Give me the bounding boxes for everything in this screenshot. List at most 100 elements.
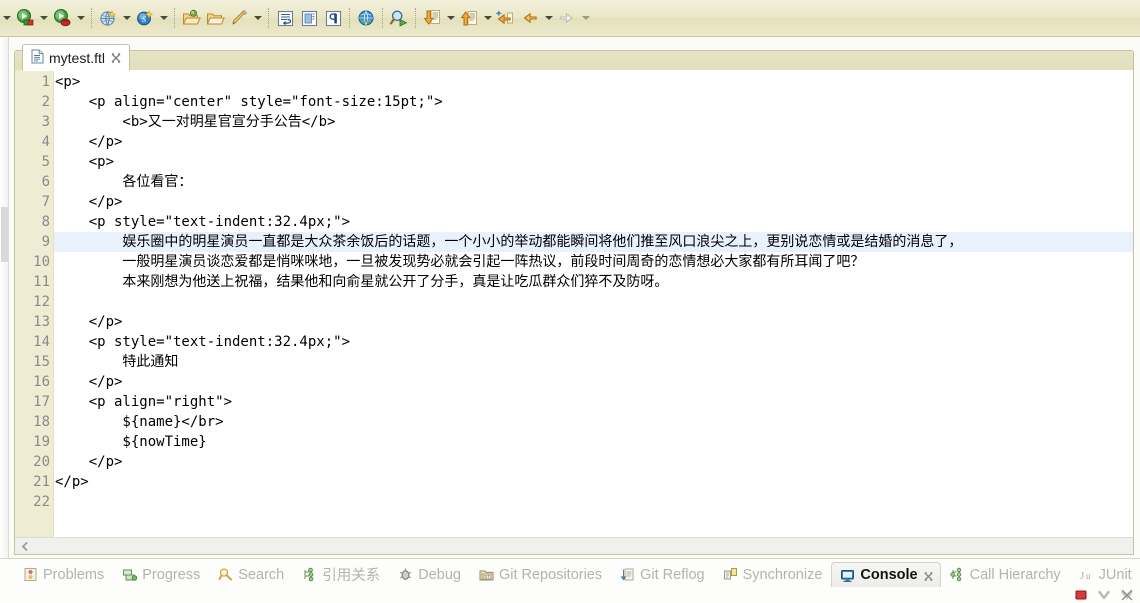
line-number: 12 [33, 294, 50, 310]
chevron-left-icon[interactable] [19, 540, 32, 553]
code-line[interactable]: ${name}</br> [54, 412, 1133, 432]
code-line[interactable]: <p> [54, 72, 1133, 92]
forward-icon[interactable] [555, 6, 579, 30]
whitespace-icon[interactable] [321, 6, 345, 30]
code-line[interactable] [54, 492, 1133, 512]
build-icon[interactable] [227, 6, 251, 30]
code-line[interactable]: 本来刚想为他送上祝福，结果他和向俞星就公开了分手，真是让吃瓜群众们猝不及防呀。 [54, 272, 1133, 292]
synchronize-icon [723, 567, 738, 582]
code-line[interactable]: 特此通知 [54, 352, 1133, 372]
view-tab-label: Problems [43, 566, 105, 583]
view-tab-git-reflog[interactable]: Git Reflog [611, 562, 713, 587]
view-tab-label: Console [860, 567, 918, 583]
open-package-icon[interactable] [203, 6, 227, 30]
forward-dropdown-arrow[interactable] [579, 7, 592, 29]
view-tab-progress[interactable]: Progress [113, 562, 209, 587]
code-wrapper: 1 2 3 4 5 6 7 8 9 10 11 12 13 14 15 16 17 18 19 20 21 22 <p> … [15, 70, 1133, 537]
view-tab-synchronize[interactable]: Synchronize [714, 562, 832, 587]
next-annotation-dropdown-arrow[interactable] [444, 7, 457, 29]
code-line[interactable]: ${nowTime} [54, 432, 1133, 452]
toolbar-separator [349, 8, 350, 28]
code-text-area[interactable]: <p> <p align="center" style="font-size:1… [54, 70, 1133, 537]
call-hierarchy-icon [950, 567, 965, 582]
last-edit-location-icon[interactable] [494, 6, 518, 30]
block-selection-icon[interactable] [297, 6, 321, 30]
line-number: 8 [41, 214, 50, 230]
code-line[interactable]: <p style="text-indent:32.4px;"> [54, 212, 1133, 232]
editor-tab-bar-background [14, 50, 1134, 71]
console-toolbar [1074, 588, 1134, 602]
debug-dropdown-arrow[interactable] [74, 7, 87, 29]
close-icon[interactable] [110, 52, 122, 64]
editor-body: 1 2 3 4 5 6 7 8 9 10 11 12 13 14 15 16 17 18 19 20 21 22 <p> … [14, 70, 1134, 555]
toolbar-group-package [179, 0, 264, 36]
toolbar-group-search [387, 0, 411, 36]
new-server-icon[interactable] [96, 6, 120, 30]
view-tab-label: Synchronize [742, 566, 823, 583]
code-line[interactable]: 娱乐圈中的明星演员一直都是大众茶余饭后的话题，一个小小的举动都能瞬间将他们推至风… [54, 232, 1133, 252]
svg-text:u: u [1086, 571, 1091, 581]
search-run-icon[interactable] [387, 6, 411, 30]
word-wrap-icon[interactable] [273, 6, 297, 30]
code-line[interactable]: </p> [54, 372, 1133, 392]
main-toolbar: S [0, 0, 1140, 37]
git-reflog-icon [620, 567, 635, 582]
view-tab-label: Search [238, 566, 285, 583]
svn-icon[interactable]: S [133, 6, 157, 30]
terminate-icon[interactable] [1074, 588, 1088, 602]
editor-tab-mytest-ftl[interactable]: mytest.ftl [22, 44, 131, 71]
view-tab-search[interactable]: Search [209, 562, 293, 587]
view-tab-git-repositories[interactable]: GIT Git Repositories [470, 562, 611, 587]
svn-dropdown-arrow[interactable] [157, 7, 170, 29]
view-tab-problems[interactable]: Problems [14, 562, 113, 587]
code-line[interactable]: </p> [54, 192, 1133, 212]
next-annotation-icon[interactable] [420, 6, 444, 30]
debug-icon[interactable] [50, 6, 74, 30]
run-icon[interactable] [13, 6, 37, 30]
line-number: 16 [33, 374, 50, 390]
previous-annotation-icon[interactable] [457, 6, 481, 30]
export-package-icon[interactable] [179, 6, 203, 30]
line-number: 6 [41, 174, 50, 190]
horizontal-scrollbar[interactable] [15, 537, 1133, 554]
back-icon[interactable] [518, 6, 542, 30]
view-tab-junit[interactable]: Ju JUnit [1070, 562, 1140, 587]
code-line[interactable]: </p> [54, 472, 1133, 492]
line-number: 17 [33, 394, 50, 410]
junit-icon: Ju [1079, 567, 1094, 582]
toolbar-group-editor [273, 0, 345, 36]
back-dropdown-arrow[interactable] [542, 7, 555, 29]
problems-icon [23, 567, 38, 582]
remove-launch-icon[interactable] [1097, 588, 1111, 602]
code-line[interactable]: <b>又一对明星官宣分手公告</b> [54, 112, 1133, 132]
toolbar-overflow-arrow[interactable] [0, 7, 13, 29]
code-line[interactable]: </p> [54, 132, 1133, 152]
code-line[interactable]: <p align="center" style="font-size:15pt;… [54, 92, 1133, 112]
run-dropdown-arrow[interactable] [37, 7, 50, 29]
toolbar-group-run [13, 0, 87, 36]
code-line[interactable]: 一般明星演员谈恋爱都是悄咪咪地，一旦被发现势必就会引起一阵热议，前段时间周奇的恋… [54, 252, 1133, 272]
toolbar-separator [174, 8, 175, 28]
code-line[interactable]: </p> [54, 312, 1133, 332]
view-tab-debug[interactable]: Debug [389, 562, 470, 587]
code-line[interactable]: <p style="text-indent:32.4px;"> [54, 332, 1133, 352]
view-tab-call-hierarchy[interactable]: Call Hierarchy [941, 562, 1070, 587]
new-server-dropdown-arrow[interactable] [120, 7, 133, 29]
code-line[interactable] [54, 292, 1133, 312]
code-line[interactable]: </p> [54, 452, 1133, 472]
line-number: 14 [33, 334, 50, 350]
view-tab-console[interactable]: Console [831, 562, 941, 587]
view-tab-引用关系[interactable]: 引用关系 [293, 562, 389, 587]
clear-console-icon[interactable] [1120, 588, 1134, 602]
code-line[interactable]: 各位看官： [54, 172, 1133, 192]
build-dropdown-arrow[interactable] [251, 7, 264, 29]
view-tab-label: Debug [418, 566, 461, 583]
view-tab-bar: Problems Progress Search 引用关系 Debug GIT Git Re… [0, 558, 1140, 603]
view-tab-label: Progress [142, 566, 201, 583]
code-line[interactable]: <p align="right"> [54, 392, 1133, 412]
line-number: 13 [33, 314, 50, 330]
code-line[interactable]: <p> [54, 152, 1133, 172]
close-icon[interactable] [923, 570, 934, 581]
web-browser-icon[interactable] [354, 6, 378, 30]
previous-annotation-dropdown-arrow[interactable] [481, 7, 494, 29]
